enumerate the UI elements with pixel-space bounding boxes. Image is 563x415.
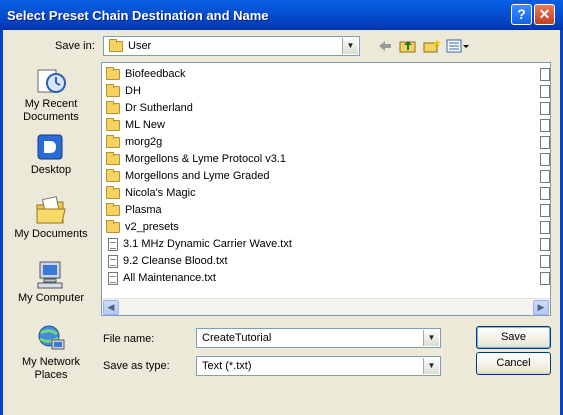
folder-icon xyxy=(106,134,120,148)
title-bar[interactable]: Select Preset Chain Destination and Name… xyxy=(0,0,563,30)
place-label: My Computer xyxy=(17,292,85,304)
text-file-icon[interactable] xyxy=(540,170,550,183)
place-desktop[interactable]: Desktop xyxy=(8,132,94,177)
text-file-icon[interactable] xyxy=(540,238,550,251)
save-in-value: User xyxy=(128,40,152,52)
list-item-label: DH xyxy=(125,85,141,97)
chevron-down-icon[interactable]: ▼ xyxy=(423,330,439,346)
save-as-type-value: Text (*.txt) xyxy=(202,360,252,372)
text-file-icon[interactable] xyxy=(540,153,550,166)
new-folder-icon[interactable] xyxy=(423,38,441,54)
help-button[interactable]: ? xyxy=(511,4,532,25)
my-documents-icon xyxy=(35,196,67,226)
save-as-type-dropdown[interactable]: Text (*.txt) ▼ xyxy=(196,356,441,376)
place-my-computer[interactable]: My Computer xyxy=(8,260,94,305)
place-my-documents[interactable]: My Documents xyxy=(8,196,94,241)
text-file-icon[interactable] xyxy=(540,102,550,115)
text-file-icon[interactable] xyxy=(540,68,550,81)
text-file-icon[interactable] xyxy=(540,255,550,268)
folder-icon xyxy=(106,83,120,97)
horizontal-scrollbar[interactable]: ◀ ▶ xyxy=(102,298,550,315)
chevron-down-icon[interactable]: ▼ xyxy=(342,38,358,54)
list-item-label: 3.1 MHz Dynamic Carrier Wave.txt xyxy=(123,238,292,250)
list-item-label: Morgellons & Lyme Protocol v3.1 xyxy=(125,153,286,165)
scroll-right-icon[interactable]: ▶ xyxy=(533,300,549,315)
list-item[interactable]: v2_presets xyxy=(106,219,179,236)
list-item[interactable]: Dr Sutherland xyxy=(106,100,193,117)
text-file-icon[interactable] xyxy=(540,85,550,98)
my-computer-icon xyxy=(35,260,67,290)
file-name-label: File name: xyxy=(103,333,155,345)
list-item[interactable]: Biofeedback xyxy=(106,66,186,83)
place-my-network-places[interactable]: My Network Places xyxy=(8,324,94,382)
text-file-icon xyxy=(108,254,118,268)
cancel-button[interactable]: Cancel xyxy=(476,352,551,375)
list-item-label: Dr Sutherland xyxy=(125,102,193,114)
text-file-icon xyxy=(108,271,118,285)
chevron-down-icon[interactable]: ▼ xyxy=(423,358,439,374)
place-label: Desktop xyxy=(30,164,72,176)
list-item-label: ML New xyxy=(125,119,165,131)
recent-documents-icon xyxy=(35,66,67,96)
list-item[interactable]: All Maintenance.txt xyxy=(106,270,216,287)
folder-icon xyxy=(106,117,120,131)
file-name-value: CreateTutorial xyxy=(202,332,272,344)
place-label: My Documents xyxy=(14,228,88,240)
up-folder-icon[interactable] xyxy=(399,38,417,54)
list-item[interactable]: 3.1 MHz Dynamic Carrier Wave.txt xyxy=(106,236,292,253)
place-my-recent-documents[interactable]: My Recent Documents xyxy=(8,66,94,124)
list-item-label: v2_presets xyxy=(125,221,179,233)
folder-icon xyxy=(109,39,123,52)
list-item[interactable]: morg2g xyxy=(106,134,162,151)
list-item-label: All Maintenance.txt xyxy=(123,272,216,284)
save-in-dropdown[interactable]: User ▼ xyxy=(103,36,360,56)
list-item-label: Biofeedback xyxy=(125,68,186,80)
text-file-icon[interactable] xyxy=(540,119,550,132)
list-item[interactable]: 9.2 Cleanse Blood.txt xyxy=(106,253,228,270)
text-file-icon[interactable] xyxy=(540,272,550,285)
folder-icon xyxy=(106,100,120,114)
list-item-label: Morgellons and Lyme Graded xyxy=(125,170,270,182)
folder-icon xyxy=(106,202,120,216)
list-item[interactable]: ML New xyxy=(106,117,165,134)
list-item-label: Nicola's Magic xyxy=(125,187,196,199)
network-places-icon xyxy=(35,324,67,354)
list-item[interactable]: Morgellons & Lyme Protocol v3.1 xyxy=(106,151,286,168)
list-item[interactable]: Morgellons and Lyme Graded xyxy=(106,168,270,185)
folder-icon xyxy=(106,66,120,80)
view-menu-icon[interactable] xyxy=(446,38,470,54)
folder-icon xyxy=(106,168,120,182)
text-file-icon[interactable] xyxy=(540,221,550,234)
file-list[interactable]: Biofeedback DH Dr Sutherland ML New morg… xyxy=(101,62,551,316)
list-item[interactable]: Plasma xyxy=(106,202,162,219)
list-item-label: Plasma xyxy=(125,204,162,216)
folder-icon xyxy=(106,219,120,233)
desktop-icon xyxy=(35,132,67,162)
list-item-label: morg2g xyxy=(125,136,163,148)
text-file-icon[interactable] xyxy=(540,136,550,149)
text-file-icon[interactable] xyxy=(540,204,550,217)
list-item[interactable]: DH xyxy=(106,83,141,100)
list-item[interactable]: Nicola's Magic xyxy=(106,185,196,202)
save-button[interactable]: Save xyxy=(476,326,551,349)
list-item-label: 9.2 Cleanse Blood.txt xyxy=(123,255,228,267)
close-button[interactable]: ✕ xyxy=(534,4,555,25)
place-label: My Recent Documents xyxy=(23,98,79,123)
dialog-bottom-edge xyxy=(3,398,560,415)
save-as-type-label: Save as type: xyxy=(103,360,170,372)
window-title: Select Preset Chain Destination and Name xyxy=(7,8,269,23)
scroll-left-icon[interactable]: ◀ xyxy=(103,300,119,315)
text-file-icon xyxy=(108,237,118,251)
save-in-label: Save in: xyxy=(55,40,95,52)
folder-icon xyxy=(106,151,120,165)
folder-icon xyxy=(106,185,120,199)
back-arrow-icon[interactable] xyxy=(377,38,393,54)
text-file-icon[interactable] xyxy=(540,187,550,200)
file-name-field[interactable]: CreateTutorial ▼ xyxy=(196,328,441,348)
window-frame-left xyxy=(0,30,3,415)
place-label: My Network Places xyxy=(21,356,81,381)
